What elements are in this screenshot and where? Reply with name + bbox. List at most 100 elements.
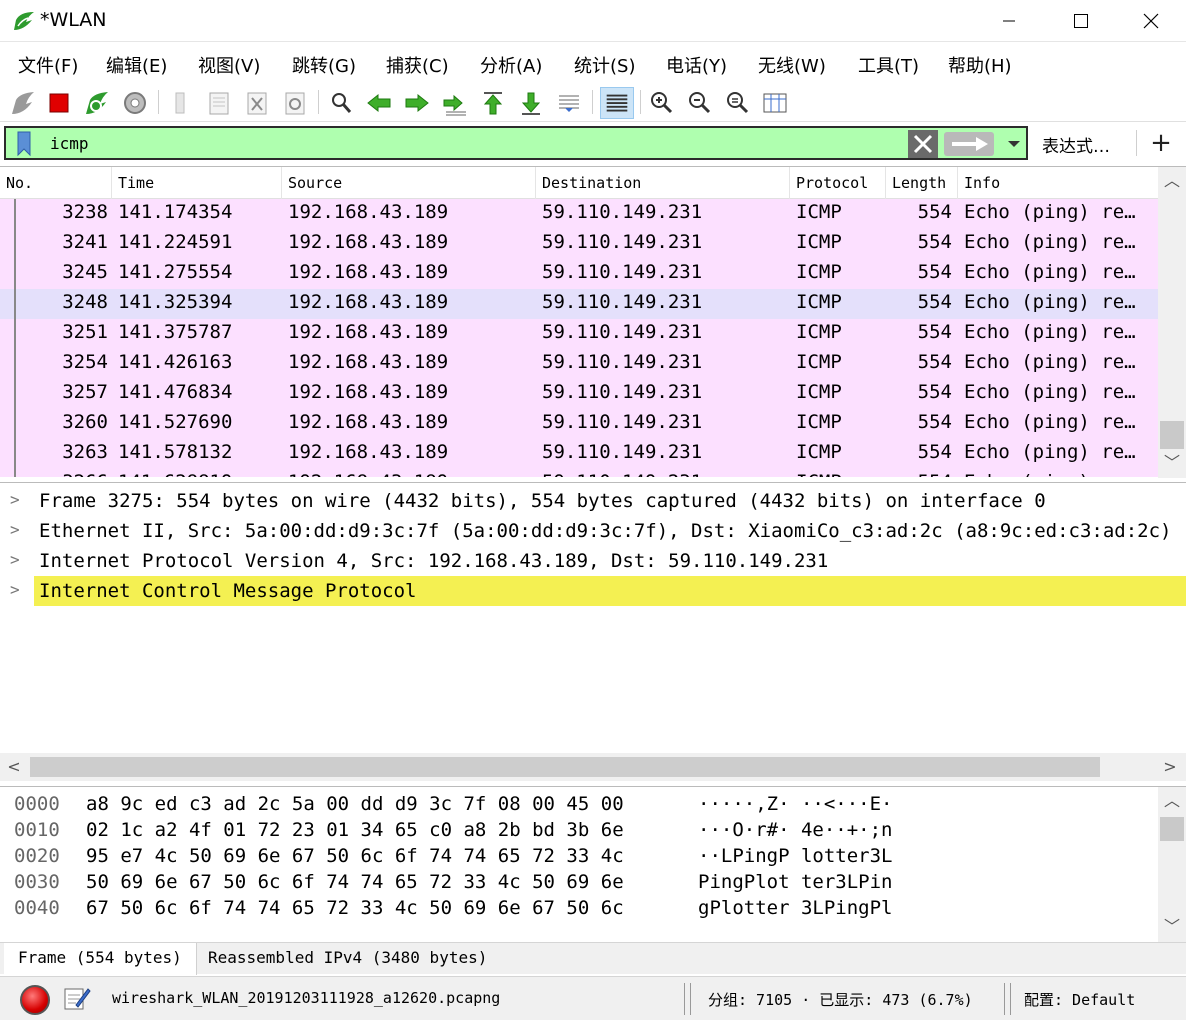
bytes-scrollbar[interactable]: ︿ ﹀ [1158, 787, 1186, 942]
maximize-button[interactable] [1052, 0, 1110, 42]
menu-statistics[interactable]: 统计(S) [574, 50, 635, 80]
find-packet-icon[interactable] [326, 88, 356, 118]
menu-file[interactable]: 文件(F) [18, 50, 78, 80]
table-row[interactable]: 3260 141.527690 192.168.43.189 59.110.149.2… [0, 409, 1158, 439]
column-header-length[interactable]: Length [886, 167, 958, 199]
menu-view[interactable]: 视图(V) [198, 50, 260, 80]
cell-info: Echo (ping) re… [964, 381, 1136, 403]
close-file-icon[interactable] [242, 88, 272, 118]
column-header-protocol[interactable]: Protocol [790, 167, 886, 199]
menu-go[interactable]: 跳转(G) [292, 50, 356, 80]
apply-filter-icon[interactable] [944, 132, 994, 156]
detail-row-icmp[interactable]: > Internet Control Message Protocol [0, 576, 1186, 606]
scroll-down-icon[interactable]: ﹀ [1162, 917, 1182, 937]
stop-capture-icon[interactable] [44, 88, 74, 118]
detail-row-ethernet[interactable]: > Ethernet II, Src: 5a:00:dd:d9:3c:7f (5… [0, 516, 1186, 546]
scroll-left-icon[interactable]: < [4, 757, 24, 777]
table-row[interactable]: 3257 141.476834 192.168.43.189 59.110.149.2… [0, 379, 1158, 409]
main-toolbar [0, 82, 1186, 122]
bytes-hex[interactable]: 95 e7 4c 50 69 6e 67 50 6c 6f 74 74 65 7… [86, 845, 624, 867]
tab-frame-bytes[interactable]: Frame (554 bytes) [4, 943, 197, 975]
scroll-down-icon[interactable]: ﹀ [1162, 453, 1182, 473]
resize-columns-icon[interactable] [760, 88, 790, 118]
bytes-ascii[interactable]: ···O·r#· 4e··+·;n [698, 819, 892, 841]
chevron-right-icon[interactable]: > [10, 580, 26, 600]
scroll-right-icon[interactable]: > [1160, 757, 1180, 777]
bytes-hex[interactable]: a8 9c ed c3 ad 2c 5a 00 dd d9 3c 7f 08 0… [86, 793, 624, 815]
detail-row-frame[interactable]: > Frame 3275: 554 bytes on wire (4432 bi… [0, 486, 1186, 516]
packet-list-scrollbar[interactable]: ︿ ﹀ [1158, 167, 1186, 478]
bytes-ascii[interactable]: PingPlot ter3LPin [698, 871, 892, 893]
filter-input[interactable] [44, 130, 904, 156]
table-row[interactable]: 3241 141.224591 192.168.43.189 59.110.149.2… [0, 229, 1158, 259]
go-forward-icon[interactable] [402, 88, 432, 118]
shark-fin-start-icon[interactable] [8, 88, 38, 118]
scrollbar-thumb[interactable] [1160, 421, 1184, 449]
bytes-ascii[interactable]: gPlotter 3LPingPl [698, 897, 892, 919]
cell-destination: 59.110.149.231 [542, 351, 703, 373]
save-file-icon[interactable] [204, 88, 234, 118]
minimize-button[interactable] [980, 0, 1038, 42]
table-row[interactable]: 3245 141.275554 192.168.43.189 59.110.149.2… [0, 259, 1158, 289]
capture-options-icon[interactable] [120, 88, 150, 118]
go-to-packet-icon[interactable] [440, 88, 470, 118]
details-horizontal-scrollbar[interactable]: < > [0, 753, 1186, 781]
bytes-hex[interactable]: 02 1c a2 4f 01 72 23 01 34 65 c0 a8 2b b… [86, 819, 624, 841]
bytes-hex[interactable]: 50 69 6e 67 50 6c 6f 74 74 65 72 33 4c 5… [86, 871, 624, 893]
column-header-time[interactable]: Time [112, 167, 282, 199]
close-button[interactable] [1122, 0, 1180, 42]
menu-tools[interactable]: 工具(T) [858, 50, 919, 80]
bytes-ascii[interactable]: ··LPingP lotter3L [698, 845, 892, 867]
scrollbar-thumb[interactable] [30, 757, 1100, 777]
chevron-right-icon[interactable]: > [10, 490, 26, 510]
table-row[interactable]: 3251 141.375787 192.168.43.189 59.110.149.2… [0, 319, 1158, 349]
bytes-hex[interactable]: 67 50 6c 6f 74 74 65 72 33 4c 50 69 6e 6… [86, 897, 624, 919]
open-file-icon[interactable] [166, 88, 196, 118]
column-header-no[interactable]: No. [0, 167, 112, 199]
table-row[interactable]: 3238 141.174354 192.168.43.189 59.110.149.2… [0, 199, 1158, 229]
chevron-right-icon[interactable]: > [10, 550, 26, 570]
colorize-icon[interactable] [600, 87, 634, 119]
column-header-info[interactable]: Info [958, 167, 1160, 199]
cell-info: Echo (ping) re… [964, 201, 1136, 223]
go-back-icon[interactable] [364, 88, 394, 118]
go-last-icon[interactable] [516, 88, 546, 118]
zoom-out-icon[interactable] [684, 88, 714, 118]
cell-time: 141.375787 [118, 321, 233, 343]
menu-capture[interactable]: 捕获(C) [386, 50, 449, 80]
bytes-row: 0040 67 50 6c 6f 74 74 65 72 33 4c 50 69… [0, 895, 1158, 921]
cell-destination: 59.110.149.231 [542, 471, 782, 477]
profile-status[interactable]: 配置: Default [1024, 989, 1135, 1010]
table-row[interactable]: 3254 141.426163 192.168.43.189 59.110.149.2… [0, 349, 1158, 379]
scrollbar-thumb[interactable] [1160, 817, 1184, 841]
expert-info-icon[interactable] [20, 985, 50, 1015]
clear-filter-icon[interactable] [908, 130, 938, 158]
chevron-right-icon[interactable]: > [10, 520, 26, 540]
zoom-in-icon[interactable] [646, 88, 676, 118]
table-row[interactable]: 3263 141.578132 192.168.43.189 59.110.149.2… [0, 439, 1158, 469]
menu-help[interactable]: 帮助(H) [948, 50, 1012, 80]
bytes-ascii[interactable]: ·····,Z· ··<···E· [698, 793, 892, 815]
chevron-down-icon[interactable] [1002, 132, 1026, 156]
autoscroll-icon[interactable] [554, 88, 584, 118]
menu-edit[interactable]: 编辑(E) [106, 50, 167, 80]
reload-file-icon[interactable] [280, 88, 310, 118]
table-row[interactable]: 3266 141.628819 192.168.43.189 59.110.149.2… [0, 469, 1158, 477]
capture-comment-icon[interactable] [62, 983, 92, 1013]
table-row[interactable]: 3248 141.325394 192.168.43.189 59.110.149.2… [0, 289, 1158, 319]
menu-analyze[interactable]: 分析(A) [480, 50, 542, 80]
go-first-icon[interactable] [478, 88, 508, 118]
bookmark-icon[interactable] [10, 131, 38, 157]
column-header-source[interactable]: Source [282, 167, 536, 199]
column-header-destination[interactable]: Destination [536, 167, 790, 199]
scroll-up-icon[interactable]: ︿ [1162, 791, 1182, 811]
tab-reassembled-ipv4[interactable]: Reassembled IPv4 (3480 bytes) [194, 943, 501, 975]
restart-capture-icon[interactable] [82, 88, 112, 118]
add-filter-button[interactable]: + [1148, 128, 1174, 158]
expression-button[interactable]: 表达式… [1042, 132, 1110, 157]
scroll-up-icon[interactable]: ︿ [1162, 171, 1182, 191]
menu-wireless[interactable]: 无线(W) [758, 50, 826, 80]
menu-telephony[interactable]: 电话(Y) [666, 50, 727, 80]
detail-row-ipv4[interactable]: > Internet Protocol Version 4, Src: 192.… [0, 546, 1186, 576]
zoom-normal-icon[interactable] [722, 88, 752, 118]
